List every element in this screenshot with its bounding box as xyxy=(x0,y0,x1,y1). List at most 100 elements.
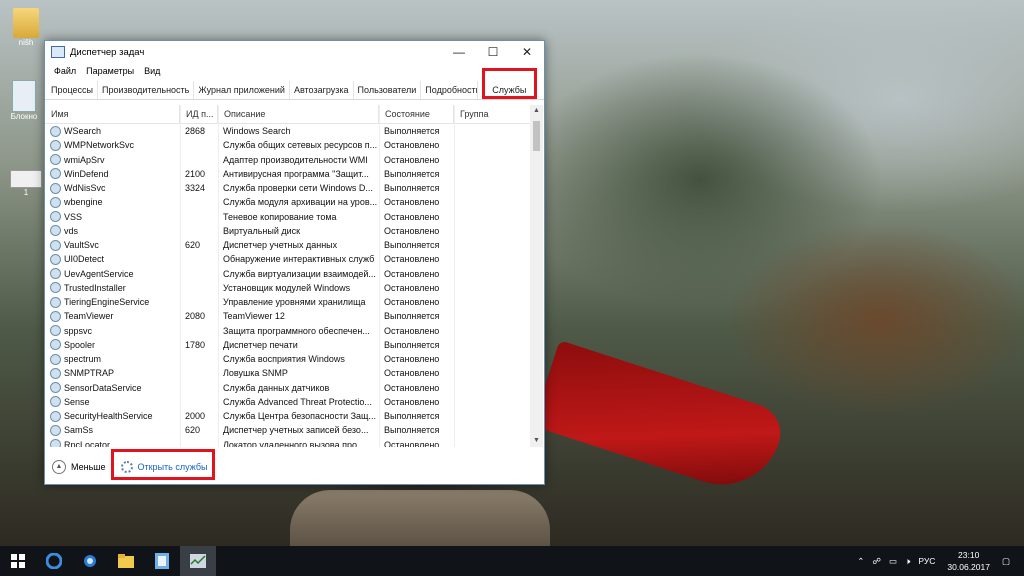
tab-app-history[interactable]: Журнал приложений xyxy=(194,81,290,99)
taskbar-edge[interactable] xyxy=(36,546,72,576)
volume-icon[interactable]: 🕨 xyxy=(905,556,910,567)
table-row[interactable]: WdNisSvc 3324 Служба проверки сети Windows… xyxy=(45,181,530,195)
table-row[interactable]: wmiApSrv Адаптер производительности WMI Ос… xyxy=(45,153,530,167)
column-header-group[interactable]: Группа xyxy=(454,105,530,123)
service-status: Остановлено xyxy=(384,154,440,165)
table-row[interactable]: UI0Detect Обнаружение интерактивных служб… xyxy=(45,252,530,266)
scroll-up-icon[interactable]: ▲ xyxy=(530,105,543,117)
service-name: TrustedInstaller xyxy=(45,282,180,294)
table-row[interactable]: VSS Теневое копирование тома Остановлено xyxy=(45,210,530,224)
taskbar-app[interactable] xyxy=(72,546,108,576)
notepad-icon xyxy=(155,553,169,569)
service-name: RpcLocator xyxy=(45,439,180,447)
service-name-text: TieringEngineService xyxy=(64,297,150,308)
service-description: Локатор удаленного вызова про... xyxy=(223,439,365,447)
table-row[interactable]: sppsvc Защита программного обеспечен... Ос… xyxy=(45,324,530,338)
service-name-text: sppsvc xyxy=(64,325,93,336)
service-status: Остановлено xyxy=(384,325,440,336)
service-status: Выполняется xyxy=(384,339,440,350)
service-gear-icon xyxy=(50,225,61,237)
service-name: TieringEngineService xyxy=(45,296,180,308)
table-row[interactable]: Spooler 1780 Диспетчер печати Выполняется xyxy=(45,338,530,352)
tab-processes[interactable]: Процессы xyxy=(47,81,99,99)
table-row[interactable]: WinDefend 2100 Антивирусная программа "Защ… xyxy=(45,167,530,181)
table-row[interactable]: spectrum Служба восприятия Windows Останов… xyxy=(45,352,530,366)
services-tab-highlight xyxy=(482,68,537,99)
table-row[interactable]: wbengine Служба модуля архивации на уров.… xyxy=(45,195,530,209)
window-footer: ▲ Меньше Открыть службы xyxy=(45,449,544,484)
table-row[interactable]: RpcLocator Локатор удаленного вызова про.… xyxy=(45,438,530,447)
service-name: WinDefend xyxy=(45,168,180,180)
service-gear-icon xyxy=(50,296,61,308)
menu-bar: Файл Параметры Вид xyxy=(45,63,544,79)
service-gear-icon xyxy=(50,125,61,137)
table-row[interactable]: WMPNetworkSvc Служба общих сетевых ресурс… xyxy=(45,138,530,152)
tray-app-icon[interactable]: ☍ xyxy=(872,556,881,567)
table-row[interactable]: TieringEngineService Управление уровнями … xyxy=(45,295,530,309)
taskbar-explorer[interactable] xyxy=(108,546,144,576)
service-description: Служба восприятия Windows xyxy=(223,354,345,365)
service-name: UI0Detect xyxy=(45,253,180,265)
tab-details[interactable]: Подробности xyxy=(421,81,479,99)
windows-logo-icon xyxy=(11,554,25,568)
desktop-icon-label: nišh xyxy=(18,38,34,47)
service-name: wbengine xyxy=(45,196,180,208)
desktop-icon-label: 1 xyxy=(23,188,29,197)
desktop-icon-file[interactable]: 1 xyxy=(6,170,46,197)
minimize-button[interactable]: — xyxy=(442,41,476,63)
column-header-description[interactable]: Описание xyxy=(218,105,379,123)
service-status: Выполняется xyxy=(384,240,440,251)
table-row[interactable]: SNMPTRAP Ловушка SNMP Остановлено xyxy=(45,366,530,380)
table-row[interactable]: SamSs 620 Диспетчер учетных записей безо..… xyxy=(45,423,530,437)
taskbar-notepad[interactable] xyxy=(144,546,180,576)
table-row[interactable]: WSearch 2868 Windows Search Выполняется xyxy=(45,124,530,138)
tab-users[interactable]: Пользователи xyxy=(354,81,422,99)
start-button[interactable] xyxy=(0,546,36,576)
language-indicator[interactable]: РУС xyxy=(918,556,935,566)
service-name-text: TrustedInstaller xyxy=(64,282,126,293)
desktop-icon-folder[interactable]: nišh xyxy=(6,8,46,47)
service-description: Адаптер производительности WMI xyxy=(223,154,368,165)
maximize-button[interactable]: ☐ xyxy=(476,41,510,63)
service-status: Остановлено xyxy=(384,140,440,151)
column-header-pid[interactable]: ИД п... xyxy=(180,105,218,123)
service-name: Sense xyxy=(45,396,180,408)
clock[interactable]: 23:10 30.06.2017 xyxy=(947,549,990,573)
menu-view[interactable]: Вид xyxy=(139,66,165,76)
title-bar[interactable]: Диспетчер задач — ☐ ✕ xyxy=(45,41,544,63)
column-header-status[interactable]: Состояние xyxy=(379,105,454,123)
action-center-icon[interactable]: ▢ xyxy=(1002,556,1010,567)
close-button[interactable]: ✕ xyxy=(510,41,544,63)
table-row[interactable]: SecurityHealthService 2000 Служба Центра б… xyxy=(45,409,530,423)
scrollbar-thumb[interactable] xyxy=(533,121,540,151)
network-icon[interactable]: ▭ xyxy=(889,556,897,567)
service-gear-icon xyxy=(50,439,61,447)
service-name-text: WSearch xyxy=(64,126,102,137)
scroll-down-icon[interactable]: ▼ xyxy=(530,435,543,447)
tab-startup[interactable]: Автозагрузка xyxy=(290,81,354,99)
service-name: SNMPTRAP xyxy=(45,367,180,379)
table-row[interactable]: UevAgentService Служба виртуализации взаи… xyxy=(45,267,530,281)
menu-file[interactable]: Файл xyxy=(49,66,81,76)
table-row[interactable]: TeamViewer 2080 TeamViewer 12 Выполняется xyxy=(45,309,530,323)
service-gear-icon xyxy=(50,196,61,208)
taskbar-task-manager[interactable] xyxy=(180,546,216,576)
table-row[interactable]: SensorDataService Служба данных датчиков О… xyxy=(45,381,530,395)
tab-performance[interactable]: Производительность xyxy=(98,81,195,99)
table-row[interactable]: TrustedInstaller Установщик модулей Windo… xyxy=(45,281,530,295)
service-description: Антивирусная программа "Защит... xyxy=(223,168,369,179)
tab-bar: Процессы Производительность Журнал прило… xyxy=(45,68,544,100)
vertical-scrollbar[interactable]: ▲ ▼ xyxy=(530,105,543,447)
services-table: Имя ИД п... Описание Состояние Группа WS… xyxy=(45,105,544,488)
desktop-icon-notepad[interactable]: Блокно xyxy=(4,80,44,121)
tray-chevron-icon[interactable]: ⌃ xyxy=(857,556,864,567)
table-row[interactable]: vds Виртуальный диск Остановлено xyxy=(45,224,530,238)
table-row[interactable]: VaultSvc 620 Диспетчер учетных данных Выпол… xyxy=(45,238,530,252)
column-header-name[interactable]: Имя xyxy=(45,105,180,123)
menu-options[interactable]: Параметры xyxy=(81,66,139,76)
fewer-details-button[interactable]: ▲ Меньше xyxy=(52,459,106,474)
service-name-text: SNMPTRAP xyxy=(64,368,115,379)
service-pid: 1780 xyxy=(185,339,206,350)
service-description: Виртуальный диск xyxy=(223,225,301,236)
table-row[interactable]: Sense Служба Advanced Threat Protectio...… xyxy=(45,395,530,409)
